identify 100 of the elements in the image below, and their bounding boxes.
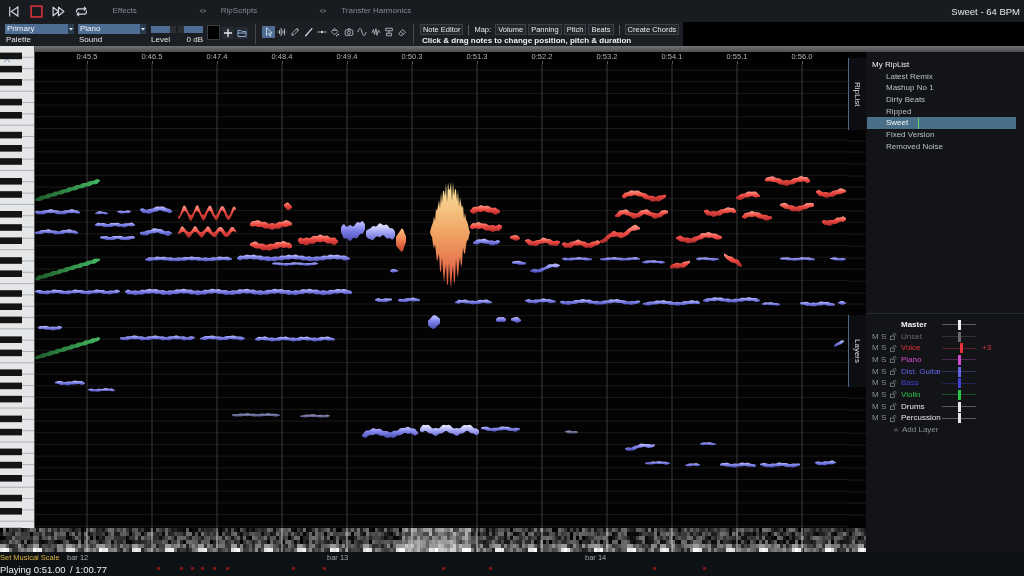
note-blob[interactable] xyxy=(35,178,100,201)
lock-icon[interactable] xyxy=(890,414,897,422)
note-blob[interactable] xyxy=(742,211,772,221)
slider-thumb[interactable] xyxy=(170,26,184,33)
note-blob[interactable] xyxy=(38,325,62,331)
mute-button[interactable]: M xyxy=(872,389,879,400)
solo-button[interactable]: S xyxy=(881,378,888,389)
add-layer-button[interactable]: Add Layer xyxy=(893,425,939,436)
solo-button[interactable]: S xyxy=(881,343,888,354)
tool-button[interactable] xyxy=(275,26,289,38)
note-blob[interactable] xyxy=(625,443,655,452)
note-blob[interactable] xyxy=(815,460,836,466)
slider-thumb[interactable] xyxy=(957,401,961,412)
note-blob[interactable] xyxy=(35,289,120,295)
note-blob[interactable] xyxy=(720,462,756,468)
note-blob[interactable] xyxy=(35,209,80,215)
note-blob[interactable] xyxy=(645,461,670,465)
piano-keyboard-drawing[interactable] xyxy=(0,46,35,528)
note-blob[interactable] xyxy=(140,206,172,214)
mute-button[interactable]: M xyxy=(872,354,879,365)
note-blob[interactable] xyxy=(511,316,521,323)
note-blob[interactable] xyxy=(140,228,172,236)
tool-button[interactable] xyxy=(288,26,302,38)
note-blob[interactable] xyxy=(35,337,100,360)
note-blob[interactable] xyxy=(760,462,800,468)
note-blob[interactable] xyxy=(696,257,719,261)
note-blob[interactable] xyxy=(481,426,520,432)
lock-icon[interactable] xyxy=(890,356,897,364)
color-swatch-icon[interactable] xyxy=(207,25,220,40)
note-blob[interactable] xyxy=(800,301,835,307)
note-blob[interactable] xyxy=(615,209,668,219)
note-blob[interactable] xyxy=(125,288,352,296)
note-blob[interactable] xyxy=(676,231,722,244)
mute-button[interactable]: M xyxy=(872,378,879,389)
lock-icon[interactable] xyxy=(890,391,897,399)
note-blob[interactable] xyxy=(643,300,700,306)
note-blob[interactable] xyxy=(95,222,135,228)
note-blob[interactable] xyxy=(428,315,440,329)
mute-button[interactable]: M xyxy=(872,401,879,412)
note-blob[interactable] xyxy=(704,207,736,217)
note-blob[interactable] xyxy=(685,463,700,467)
riplist-item[interactable]: Latest Remix xyxy=(867,70,1016,83)
note-blob[interactable] xyxy=(765,176,810,186)
note-blob[interactable] xyxy=(525,237,560,247)
note-blob[interactable] xyxy=(284,202,292,211)
note-blob[interactable] xyxy=(298,234,338,246)
mute-button[interactable]: M xyxy=(872,343,879,354)
slider-thumb[interactable] xyxy=(959,343,963,354)
note-blob[interactable] xyxy=(822,216,846,226)
note-blob[interactable] xyxy=(120,335,195,341)
note-blob[interactable] xyxy=(838,301,846,305)
note-blob[interactable] xyxy=(473,238,500,246)
tool-button[interactable] xyxy=(302,26,316,38)
panel-tab[interactable]: Transfer Harmonics xyxy=(319,6,412,16)
note-blob[interactable] xyxy=(237,254,350,262)
riplist-item[interactable]: Dirty Beats xyxy=(867,94,1016,106)
solo-button[interactable]: S xyxy=(881,354,888,365)
lock-icon[interactable] xyxy=(890,368,897,376)
note-blob[interactable] xyxy=(560,299,640,305)
note-blob[interactable] xyxy=(470,222,502,232)
note-blob[interactable] xyxy=(55,380,85,386)
note-blob[interactable] xyxy=(703,297,760,303)
note-blob[interactable] xyxy=(496,317,506,323)
note-blob[interactable] xyxy=(375,298,392,303)
note-blob[interactable] xyxy=(780,202,814,212)
note-blob[interactable] xyxy=(255,336,335,342)
stop-button[interactable] xyxy=(29,4,43,18)
note-blob[interactable] xyxy=(88,388,115,392)
tool-button[interactable] xyxy=(369,26,383,38)
riplist-tab[interactable]: RipList xyxy=(848,58,866,130)
note-blob[interactable] xyxy=(622,190,666,202)
note-blob[interactable] xyxy=(816,188,846,198)
slider-thumb[interactable] xyxy=(957,319,961,330)
lock-icon[interactable] xyxy=(890,333,897,341)
note-blob[interactable] xyxy=(272,262,318,266)
tool-button[interactable] xyxy=(382,26,396,38)
note-blob[interactable] xyxy=(341,221,365,241)
skip-back-button[interactable] xyxy=(7,4,20,18)
note-blob[interactable] xyxy=(600,224,640,244)
note-blob[interactable] xyxy=(95,211,108,215)
note-blob[interactable] xyxy=(390,268,398,273)
slider-thumb[interactable] xyxy=(957,331,961,342)
note-blob[interactable] xyxy=(366,223,395,241)
panel-tab[interactable]: RipScripts xyxy=(198,6,258,16)
mute-button[interactable]: M xyxy=(872,366,879,377)
note-blob[interactable] xyxy=(830,257,846,261)
sound-dropdown[interactable]: Piano xyxy=(78,24,146,34)
lock-icon[interactable] xyxy=(890,379,897,387)
slider-thumb[interactable] xyxy=(957,378,961,389)
slider-thumb[interactable] xyxy=(957,389,961,400)
note-blob[interactable] xyxy=(762,302,780,306)
mute-button[interactable]: M xyxy=(872,331,879,342)
note-blob[interactable] xyxy=(470,205,500,215)
note-blob[interactable] xyxy=(512,260,526,265)
note-blob[interactable] xyxy=(396,228,406,253)
note-blob[interactable] xyxy=(178,205,236,221)
note-blob[interactable] xyxy=(117,210,131,214)
tool-button[interactable] xyxy=(395,26,409,38)
open-folder-button[interactable] xyxy=(236,27,248,39)
slider-thumb[interactable] xyxy=(957,354,961,365)
